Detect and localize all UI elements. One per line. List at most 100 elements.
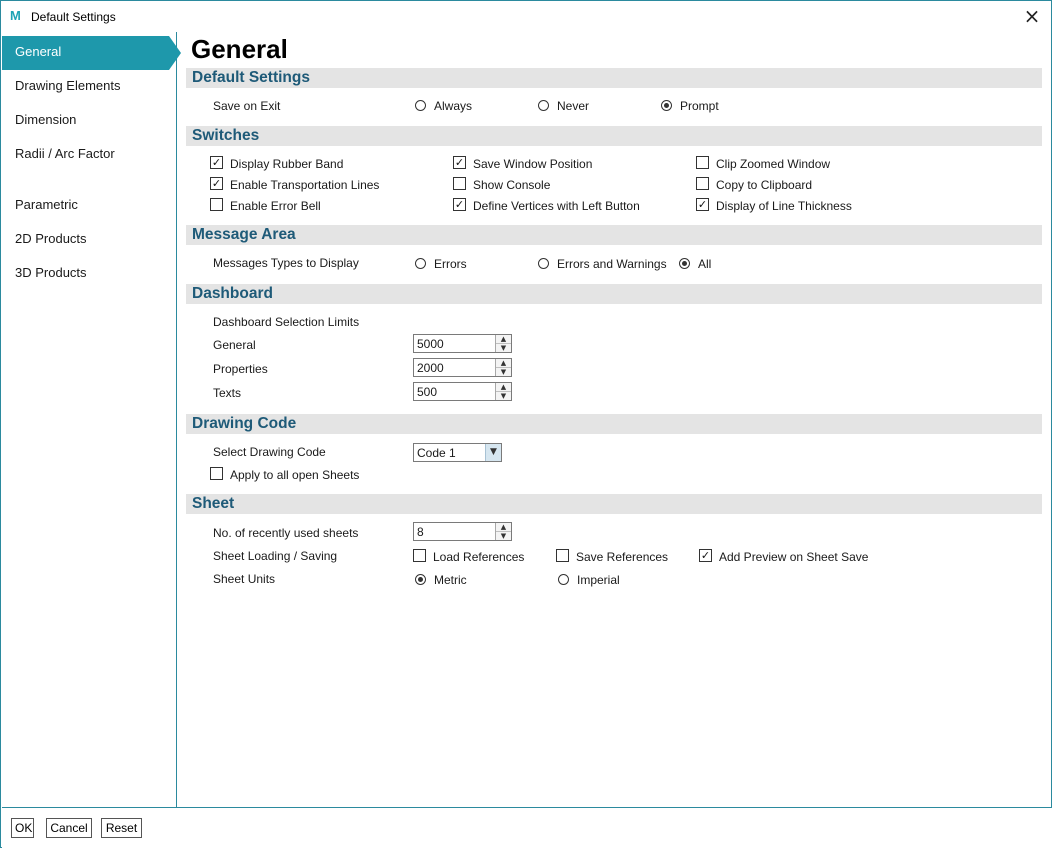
section-sheet: Sheet — [186, 494, 1042, 514]
reset-button[interactable]: Reset — [101, 818, 142, 838]
checkbox-apply-all-sheets-label: Apply to all open Sheets — [230, 468, 360, 482]
checkbox-add-preview[interactable]: ✓ — [699, 549, 712, 562]
radio-errors-and-warnings[interactable] — [538, 258, 549, 269]
spin-up-icon[interactable]: ▲ — [496, 335, 511, 343]
recent-sheets-value: 8 — [417, 525, 424, 539]
ok-button[interactable]: OK — [11, 818, 34, 838]
dashboard-texts-spinner[interactable]: 500 ▲ ▼ — [413, 382, 512, 401]
checkbox-clip-zoomed-window[interactable] — [696, 156, 709, 169]
checkbox-clip-zoomed-window-label: Clip Zoomed Window — [716, 157, 831, 171]
sidebar-item-drawing-elements[interactable]: Drawing Elements — [2, 70, 177, 104]
sidebar-item-3d-products[interactable]: 3D Products — [2, 257, 177, 291]
checkbox-copy-to-clipboard-label: Copy to Clipboard — [716, 178, 813, 192]
chevron-down-icon[interactable]: ▼ — [485, 444, 501, 461]
spin-up-icon[interactable]: ▲ — [496, 523, 511, 531]
drawing-code-select[interactable]: Code 1 ▼ — [413, 443, 502, 462]
section-default-settings: Default Settings — [186, 68, 1042, 88]
section-switches: Switches — [186, 126, 1042, 146]
sheet-loading-saving-label: Sheet Loading / Saving — [213, 549, 338, 563]
dialog-footer: OK Cancel Reset — [2, 807, 1052, 848]
checkbox-define-vertices-left-button[interactable]: ✓ — [453, 198, 466, 211]
checkbox-save-window-position-label: Save Window Position — [473, 157, 593, 171]
spin-up-icon[interactable]: ▲ — [496, 359, 511, 367]
select-drawing-code-label: Select Drawing Code — [213, 445, 326, 459]
spin-down-icon[interactable]: ▼ — [496, 531, 511, 540]
spin-down-icon[interactable]: ▼ — [496, 343, 511, 352]
title-bar: M Default Settings × — [1, 1, 1051, 32]
sidebar-item-radii-arc-factor[interactable]: Radii / Arc Factor — [2, 138, 177, 172]
page-title: General — [191, 34, 288, 64]
radio-always-label: Always — [434, 99, 473, 113]
section-dashboard: Dashboard — [186, 284, 1042, 304]
spin-up-icon[interactable]: ▲ — [496, 383, 511, 391]
dashboard-properties-label: Properties — [213, 362, 268, 376]
checkbox-display-rubber-band-label: Display Rubber Band — [230, 157, 344, 171]
checkbox-define-vertices-left-button-label: Define Vertices with Left Button — [473, 199, 640, 213]
spin-down-icon[interactable]: ▼ — [496, 391, 511, 400]
checkbox-enable-error-bell-label: Enable Error Bell — [230, 199, 321, 213]
radio-always[interactable] — [415, 100, 426, 111]
window-title: Default Settings — [31, 10, 116, 24]
dashboard-general-spinner[interactable]: 5000 ▲ ▼ — [413, 334, 512, 353]
radio-imperial[interactable] — [558, 574, 569, 585]
recent-sheets-label: No. of recently used sheets — [213, 526, 359, 540]
dashboard-selection-limits-label: Dashboard Selection Limits — [213, 315, 360, 329]
radio-all-label: All — [698, 257, 712, 271]
app-logo-icon: M — [10, 8, 21, 23]
checkbox-apply-all-sheets[interactable] — [210, 467, 223, 480]
main-panel: General Default Settings Save on Exit Al… — [178, 32, 1051, 807]
spinner-arrows[interactable]: ▲ ▼ — [495, 335, 511, 352]
radio-never[interactable] — [538, 100, 549, 111]
checkbox-load-references-label: Load References — [433, 550, 525, 564]
checkbox-display-rubber-band[interactable]: ✓ — [210, 156, 223, 169]
cancel-button[interactable]: Cancel — [46, 818, 92, 838]
sidebar-item-general[interactable]: General — [2, 36, 181, 70]
radio-errors-and-warnings-label: Errors and Warnings — [557, 257, 667, 271]
checkbox-add-preview-label: Add Preview on Sheet Save — [719, 550, 869, 564]
sidebar-item-dimension[interactable]: Dimension — [2, 104, 177, 138]
checkbox-display-line-thickness-label: Display of Line Thickness — [716, 199, 852, 213]
radio-errors-label: Errors — [434, 257, 467, 271]
radio-prompt-label: Prompt — [680, 99, 719, 113]
spinner-arrows[interactable]: ▲ ▼ — [495, 383, 511, 400]
dashboard-texts-label: Texts — [213, 386, 242, 400]
section-message-area: Message Area — [186, 225, 1042, 245]
checkbox-copy-to-clipboard[interactable] — [696, 177, 709, 190]
spinner-arrows[interactable]: ▲ ▼ — [495, 523, 511, 540]
checkbox-enable-transportation-lines-label: Enable Transportation Lines — [230, 178, 380, 192]
dashboard-general-value: 5000 — [417, 337, 444, 351]
dashboard-texts-value: 500 — [417, 385, 438, 399]
radio-prompt[interactable] — [661, 100, 672, 111]
radio-metric[interactable] — [415, 574, 426, 585]
messages-types-label: Messages Types to Display — [213, 256, 359, 270]
sidebar: General Drawing Elements Dimension Radii… — [2, 32, 181, 807]
radio-metric-label: Metric — [434, 573, 467, 587]
dashboard-properties-value: 2000 — [417, 361, 444, 375]
close-icon[interactable]: × — [1021, 5, 1043, 27]
checkbox-show-console-label: Show Console — [473, 178, 551, 192]
checkbox-enable-transportation-lines[interactable]: ✓ — [210, 177, 223, 190]
recent-sheets-spinner[interactable]: 8 ▲ ▼ — [413, 522, 512, 541]
save-on-exit-label: Save on Exit — [213, 99, 281, 113]
sheet-units-label: Sheet Units — [213, 572, 276, 586]
sidebar-item-2d-products[interactable]: 2D Products — [2, 223, 177, 257]
checkbox-save-window-position[interactable]: ✓ — [453, 156, 466, 169]
radio-never-label: Never — [557, 99, 590, 113]
checkbox-enable-error-bell[interactable] — [210, 198, 223, 211]
drawing-code-selected: Code 1 — [417, 446, 456, 460]
spin-down-icon[interactable]: ▼ — [496, 367, 511, 376]
radio-all[interactable] — [679, 258, 690, 269]
radio-errors[interactable] — [415, 258, 426, 269]
checkbox-save-references[interactable] — [556, 549, 569, 562]
settings-window: M Default Settings × General Drawing Ele… — [0, 0, 1052, 848]
sidebar-item-parametric[interactable]: Parametric — [2, 189, 177, 223]
radio-imperial-label: Imperial — [577, 573, 620, 587]
section-drawing-code: Drawing Code — [186, 414, 1042, 434]
checkbox-display-line-thickness[interactable]: ✓ — [696, 198, 709, 211]
dashboard-properties-spinner[interactable]: 2000 ▲ ▼ — [413, 358, 512, 377]
dashboard-general-label: General — [213, 338, 256, 352]
spinner-arrows[interactable]: ▲ ▼ — [495, 359, 511, 376]
checkbox-save-references-label: Save References — [576, 550, 669, 564]
checkbox-load-references[interactable] — [413, 549, 426, 562]
checkbox-show-console[interactable] — [453, 177, 466, 190]
